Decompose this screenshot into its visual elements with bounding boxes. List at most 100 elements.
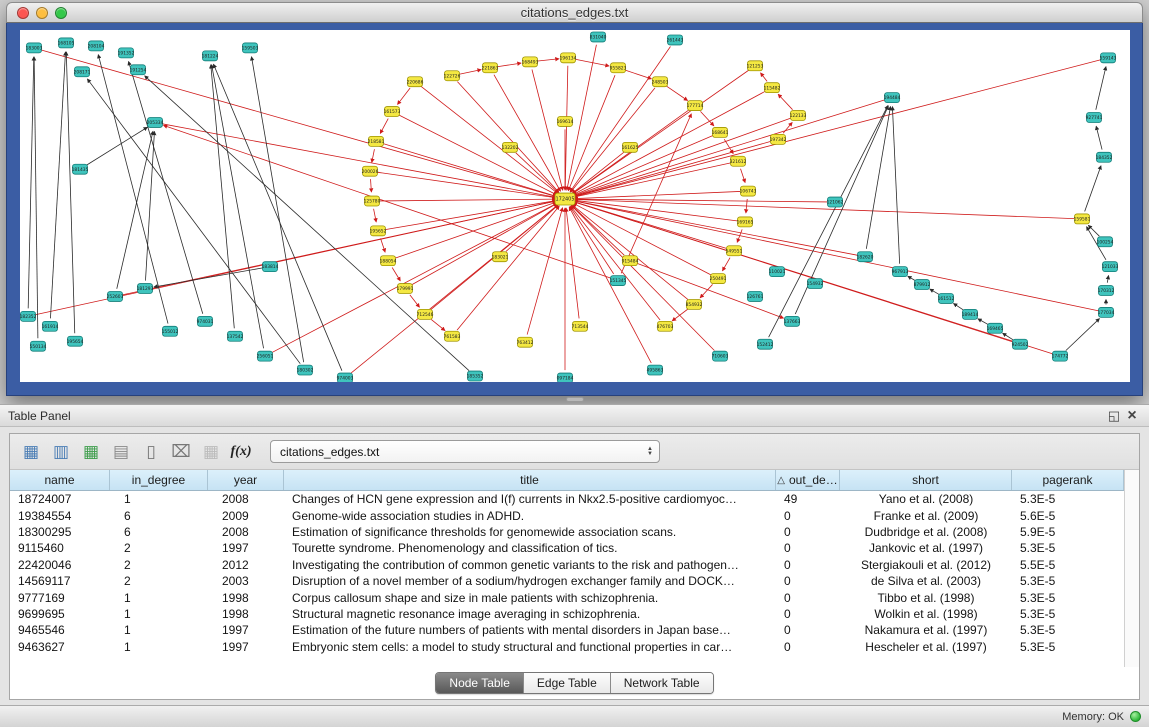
graph-edge[interactable] bbox=[574, 201, 1098, 311]
graph-edge[interactable] bbox=[574, 100, 885, 196]
graph-edge[interactable] bbox=[761, 73, 768, 81]
column-header-name[interactable]: name bbox=[10, 470, 110, 490]
import-table-icon[interactable]: ▦ bbox=[198, 439, 224, 465]
graph-edge[interactable] bbox=[722, 258, 730, 271]
graph-edge[interactable] bbox=[724, 139, 733, 153]
float-panel-icon[interactable]: ◱ bbox=[1105, 407, 1123, 425]
graph-edge[interactable] bbox=[568, 75, 615, 191]
graph-edge[interactable] bbox=[372, 149, 375, 162]
graph-edge[interactable] bbox=[66, 52, 74, 333]
network-canvas[interactable]: 1724052206861615732185812000261257801956… bbox=[20, 30, 1130, 382]
graph-edge[interactable] bbox=[87, 79, 300, 364]
graph-edge[interactable] bbox=[28, 57, 34, 309]
graph-edge[interactable] bbox=[574, 202, 1053, 354]
graph-edge[interactable] bbox=[573, 91, 765, 194]
graph-edge[interactable] bbox=[571, 88, 655, 192]
table-row[interactable]: 977716911998Corpus callosum shape and si… bbox=[10, 589, 1124, 605]
new-file-icon[interactable]: ▯ bbox=[138, 439, 164, 465]
graph-edge[interactable] bbox=[565, 66, 568, 190]
graph-edge[interactable] bbox=[371, 179, 372, 192]
graph-edge[interactable] bbox=[42, 50, 557, 196]
tab-network-table[interactable]: Network Table bbox=[610, 673, 713, 693]
window-titlebar[interactable]: citations_edges.txt bbox=[6, 2, 1143, 23]
graph-edge[interactable] bbox=[908, 276, 915, 280]
graph-edge[interactable] bbox=[386, 201, 556, 230]
table-row[interactable]: 969969511998Structural magnetic resonanc… bbox=[10, 606, 1124, 622]
graph-edge[interactable] bbox=[700, 111, 713, 125]
table-row[interactable]: 946554611997Estimation of the future num… bbox=[10, 622, 1124, 638]
graph-edge[interactable] bbox=[213, 64, 341, 371]
graph-edge[interactable] bbox=[892, 107, 899, 264]
zoom-button[interactable] bbox=[55, 7, 67, 19]
tab-node-table[interactable]: Node Table bbox=[436, 673, 523, 693]
graph-edge[interactable] bbox=[457, 82, 559, 193]
rows-icon[interactable]: ▤ bbox=[108, 439, 134, 465]
graph-edge[interactable] bbox=[637, 263, 783, 318]
graph-edge[interactable] bbox=[953, 303, 963, 310]
columns-icon[interactable]: ▥ bbox=[48, 439, 74, 465]
graph-edge[interactable] bbox=[621, 114, 691, 274]
table-row[interactable]: 1456911722003Disruption of a novel membe… bbox=[10, 573, 1124, 589]
table-row[interactable]: 946362711997Embryonic stem cells: a mode… bbox=[10, 639, 1124, 655]
graph-edge[interactable] bbox=[569, 207, 651, 363]
graph-edge[interactable] bbox=[667, 86, 688, 100]
graph-edge[interactable] bbox=[50, 52, 65, 319]
graph-edge[interactable] bbox=[498, 63, 521, 66]
graph-edge[interactable] bbox=[87, 127, 148, 165]
close-panel-icon[interactable]: × bbox=[1123, 407, 1141, 425]
graph-edge[interactable] bbox=[626, 70, 652, 79]
tab-edge-table[interactable]: Edge Table bbox=[523, 673, 610, 693]
minimize-button[interactable] bbox=[36, 7, 48, 19]
graph-edge[interactable] bbox=[741, 169, 746, 183]
graph-edge[interactable] bbox=[378, 172, 556, 197]
graph-edge[interactable] bbox=[460, 70, 481, 74]
graph-edge[interactable] bbox=[573, 118, 790, 196]
graph-edge[interactable] bbox=[672, 309, 687, 321]
graph-edge[interactable] bbox=[572, 205, 625, 255]
graph-edge[interactable] bbox=[571, 206, 661, 320]
graph-edge[interactable] bbox=[783, 122, 792, 133]
graph-edge[interactable] bbox=[457, 206, 559, 330]
column-header-short[interactable]: short bbox=[840, 470, 1012, 490]
table-source-dropdown[interactable]: citations_edges.txt ▲ ▼ bbox=[270, 440, 660, 463]
graph-edge[interactable] bbox=[212, 65, 264, 349]
table-row[interactable]: 1830029562008Estimation of significance … bbox=[10, 524, 1124, 540]
graph-edge[interactable] bbox=[769, 106, 888, 338]
column-header-out_de[interactable]: △out_de… bbox=[776, 470, 840, 490]
table-row[interactable]: 1938455462009Genome-wide association stu… bbox=[10, 507, 1124, 523]
graph-edge[interactable] bbox=[98, 55, 168, 324]
close-button[interactable] bbox=[17, 7, 29, 19]
column-header-year[interactable]: year bbox=[208, 470, 284, 490]
graph-edge[interactable] bbox=[1088, 225, 1099, 236]
graph-edge[interactable] bbox=[431, 319, 445, 330]
column-header-in_degree[interactable]: in_degree bbox=[110, 470, 208, 490]
graph-edge[interactable] bbox=[570, 207, 614, 274]
graph-edge[interactable] bbox=[538, 59, 559, 61]
graph-edge[interactable] bbox=[34, 57, 38, 338]
graph-edge[interactable] bbox=[978, 319, 988, 325]
graph-edge[interactable] bbox=[117, 131, 153, 289]
graph-edge[interactable] bbox=[381, 238, 386, 252]
graph-edge[interactable] bbox=[272, 203, 557, 352]
column-header-title[interactable]: title bbox=[284, 470, 776, 490]
graph-edge[interactable] bbox=[1066, 319, 1100, 351]
table-row[interactable]: 2242004622012Investigating the contribut… bbox=[10, 557, 1124, 573]
table-row[interactable]: 1872400712008Changes of HCN gene express… bbox=[10, 491, 1124, 507]
graph-edge[interactable] bbox=[571, 205, 714, 350]
table-row[interactable]: 911546021997Tourette syndrome. Phenomeno… bbox=[10, 540, 1124, 556]
graph-edge[interactable] bbox=[1096, 67, 1106, 110]
function-builder-icon[interactable]: f(x) bbox=[228, 439, 254, 465]
graph-edge[interactable] bbox=[145, 131, 154, 280]
panel-splitter-grip[interactable] bbox=[566, 397, 584, 402]
table-settings-icon[interactable]: ▦ bbox=[18, 439, 44, 465]
graph-edge[interactable] bbox=[1096, 126, 1102, 149]
graph-edge[interactable] bbox=[397, 88, 410, 104]
graph-edge[interactable] bbox=[380, 199, 556, 201]
graph-edge[interactable] bbox=[1085, 166, 1101, 212]
graph-edge[interactable] bbox=[527, 208, 562, 335]
graph-edge[interactable] bbox=[412, 203, 557, 284]
graph-edge[interactable] bbox=[374, 209, 377, 222]
graph-edge[interactable] bbox=[930, 289, 939, 294]
graph-edge[interactable] bbox=[778, 94, 792, 109]
graph-edge[interactable] bbox=[392, 267, 400, 280]
